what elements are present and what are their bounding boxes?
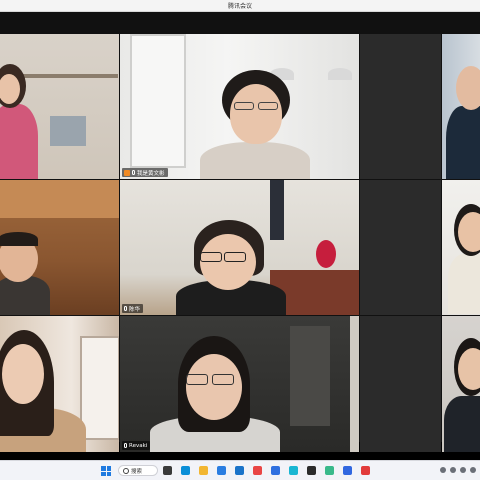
participant-name-tag: Revaki bbox=[122, 441, 151, 450]
search-icon bbox=[123, 467, 129, 474]
file-explorer-icon[interactable] bbox=[199, 466, 208, 475]
participant-name: 陈华 bbox=[129, 306, 141, 313]
store-icon[interactable] bbox=[235, 466, 244, 475]
tray-network-icon[interactable] bbox=[450, 467, 456, 473]
participant-tile-8[interactable] bbox=[442, 180, 480, 315]
tray-chevron-icon[interactable] bbox=[440, 467, 446, 473]
search-label: 搜索 bbox=[131, 468, 143, 475]
microphone-icon bbox=[124, 306, 127, 311]
taskbar: 搜索 bbox=[0, 460, 480, 480]
microphone-icon bbox=[124, 443, 127, 448]
app-dark-icon[interactable] bbox=[307, 466, 316, 475]
participant-name: 我是黄文彬 bbox=[137, 170, 165, 177]
app-blue2-icon[interactable] bbox=[343, 466, 352, 475]
participant-tile-5[interactable] bbox=[0, 180, 119, 315]
participant-tile-4[interactable] bbox=[442, 34, 480, 179]
participant-tile-2[interactable]: 我是黄文彬 祸 bbox=[120, 34, 359, 179]
participant-tile-7[interactable] bbox=[360, 180, 441, 315]
app-mint-icon[interactable] bbox=[325, 466, 334, 475]
host-badge-icon bbox=[124, 169, 130, 176]
participant-tile-10[interactable]: Revaki 青 bbox=[120, 316, 359, 452]
window-title: 腾讯会议 bbox=[227, 3, 252, 10]
video-grid: 我是黄文彬 祸 陈华 寻 bbox=[0, 12, 480, 472]
windows-start-icon[interactable] bbox=[101, 466, 111, 476]
tray-battery-icon[interactable] bbox=[470, 467, 476, 473]
task-view-icon[interactable] bbox=[163, 466, 172, 475]
system-tray bbox=[440, 467, 476, 473]
title-bar: 腾讯会议 bbox=[0, 0, 480, 12]
participant-tile-11[interactable] bbox=[360, 316, 441, 452]
participant-tile-6[interactable]: 陈华 寻 bbox=[120, 180, 359, 315]
tray-volume-icon[interactable] bbox=[460, 467, 466, 473]
participant-name: Revaki bbox=[129, 442, 148, 449]
app-cyan-icon[interactable] bbox=[289, 466, 298, 475]
participant-tile-9[interactable] bbox=[0, 316, 119, 452]
participant-name-tag: 陈华 bbox=[122, 304, 144, 313]
app-blue-icon[interactable] bbox=[271, 466, 280, 475]
microphone-icon bbox=[132, 170, 135, 175]
mail-icon[interactable] bbox=[217, 466, 226, 475]
taskbar-search-box[interactable]: 搜索 bbox=[118, 465, 158, 476]
participant-name-tag: 我是黄文彬 bbox=[122, 168, 168, 177]
participant-tile-3[interactable] bbox=[360, 34, 441, 179]
edge-icon[interactable] bbox=[181, 466, 190, 475]
app-red-icon[interactable] bbox=[253, 466, 262, 475]
participant-tile-12[interactable] bbox=[442, 316, 480, 452]
wps-icon[interactable] bbox=[361, 466, 370, 475]
participant-tile-1[interactable] bbox=[0, 34, 119, 179]
